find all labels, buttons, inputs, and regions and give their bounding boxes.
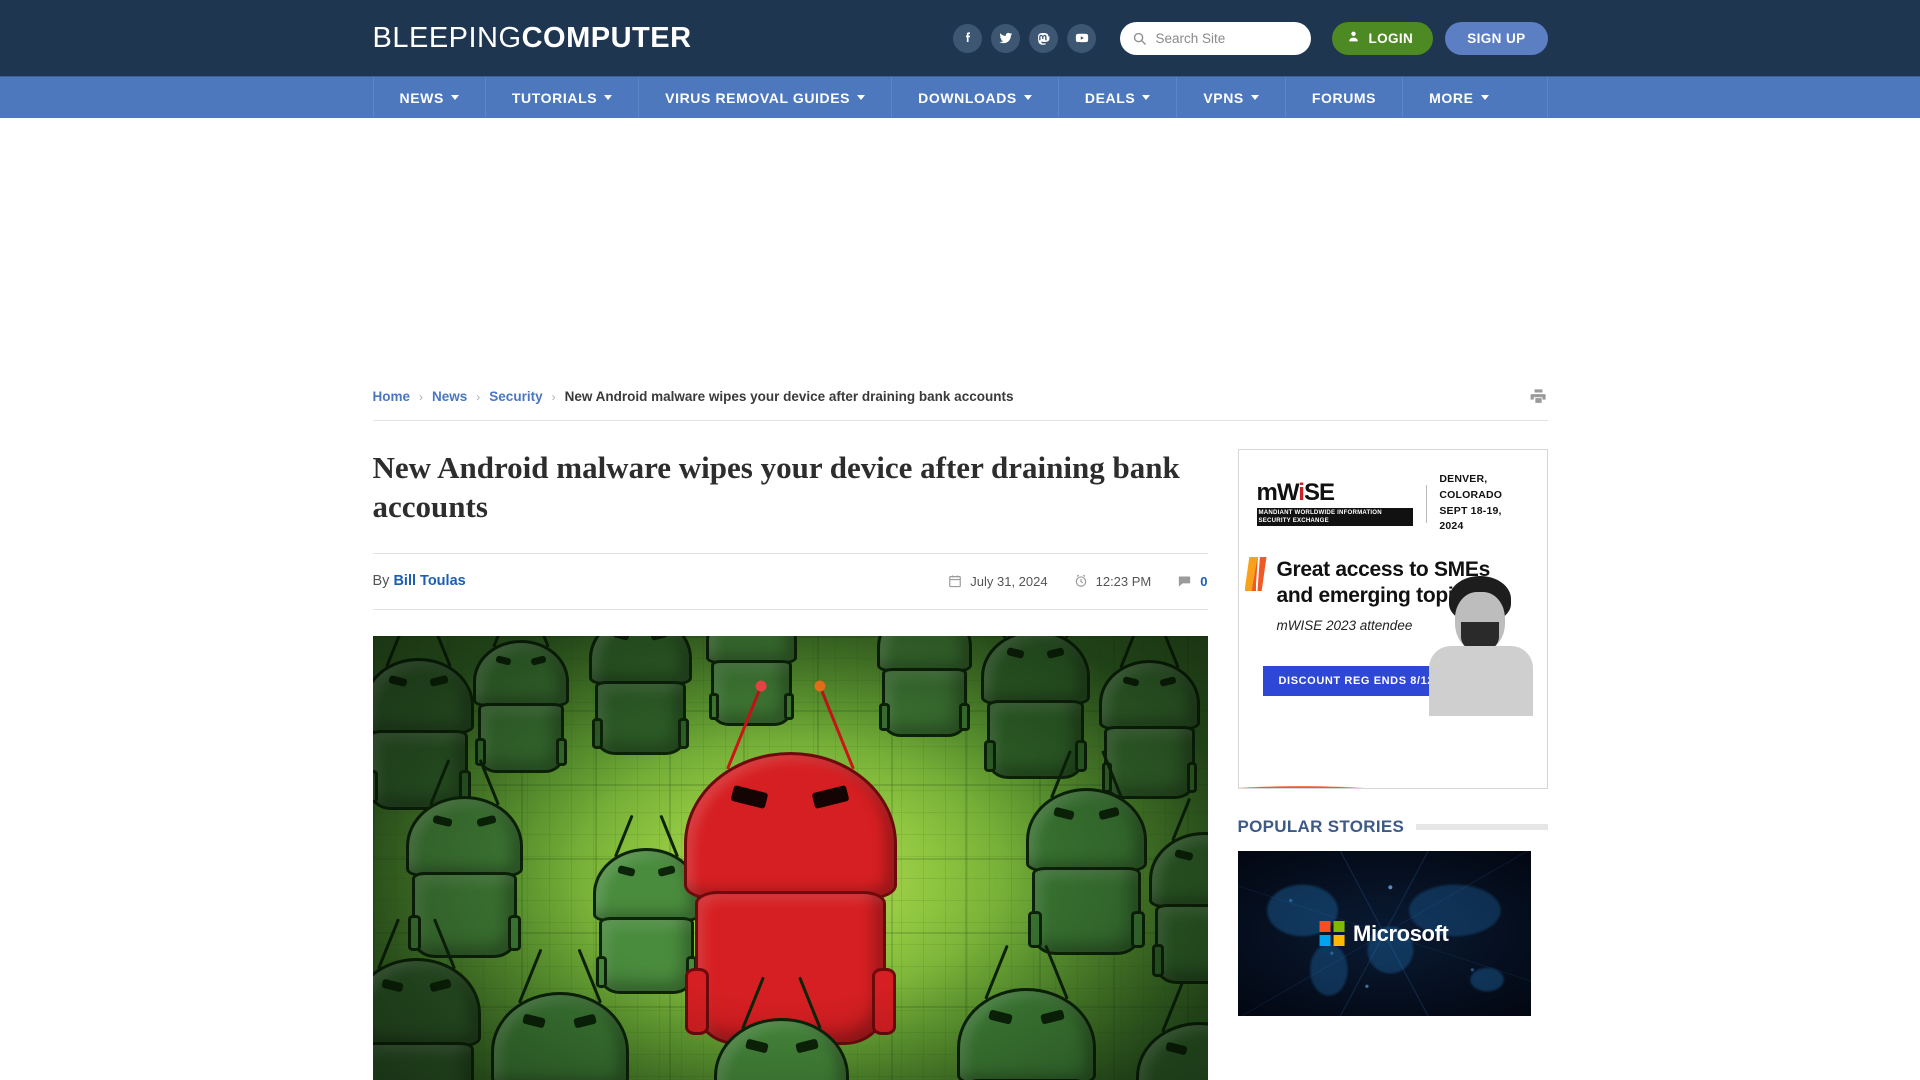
logo-text-bold: COMPUTER [521, 21, 692, 54]
ad-location: DENVER, COLORADO [1439, 473, 1503, 501]
popular-stories-header: POPULAR STORIES [1238, 817, 1548, 837]
breadcrumb-separator-icon: › [551, 389, 556, 404]
calendar-icon [948, 574, 962, 588]
comment-icon [1177, 574, 1192, 589]
breadcrumb-separator-icon: › [419, 389, 424, 404]
youtube-icon[interactable] [1067, 23, 1097, 53]
login-label: LOGIN [1368, 30, 1414, 46]
ad-divider [1425, 484, 1427, 523]
nav-item-deals[interactable]: DEALS [1059, 77, 1178, 118]
ad-dates: SEPT 18-19, 2024 [1439, 504, 1502, 533]
nav-item-virus-removal-guides[interactable]: VIRUS REMOVAL GUIDES [639, 77, 893, 118]
mwise-logo-subtitle: MANDIANT WORLDWIDE INFORMATION SECURITY … [1256, 507, 1413, 527]
publish-date: July 31, 2024 [948, 573, 1048, 589]
top-advertisement-slot [0, 118, 1920, 373]
chevron-down-icon [604, 95, 613, 100]
nav-item-label: VPNS [1203, 89, 1244, 106]
search-box[interactable] [1120, 21, 1312, 55]
nav-item-label: NEWS [399, 89, 444, 106]
hero-vignette [372, 635, 1208, 1080]
chevron-down-icon [1023, 95, 1032, 100]
breadcrumb-row: Home › News › Security › New Android malware w… [372, 373, 1548, 421]
byline-row: By Bill Toulas July 31, 2024 12:23 PM 0 [372, 554, 1208, 610]
by-prefix: By [372, 573, 390, 589]
microsoft-squares-icon [1319, 921, 1345, 946]
nav-item-label: FORUMS [1311, 89, 1377, 106]
mwise-logo-se: SE [1303, 478, 1335, 506]
main-navigation: NEWS TUTORIALS VIRUS REMOVAL GUIDES DOWNLOA… [0, 76, 1920, 118]
nav-item-forums[interactable]: FORUMS [1286, 77, 1404, 118]
login-button[interactable]: LOGIN [1332, 21, 1434, 55]
mwise-logo-m: m [1256, 478, 1278, 506]
publish-date-text: July 31, 2024 [970, 573, 1048, 589]
nav-item-more[interactable]: MORE [1403, 77, 1514, 118]
clock-icon [1074, 574, 1088, 588]
popular-story-thumbnail[interactable]: Microsoft [1237, 851, 1531, 1016]
nav-item-label: TUTORIALS [511, 89, 598, 106]
breadcrumb-current: New Android malware wipes your device af… [564, 389, 1014, 404]
ad-person-photo [1423, 576, 1539, 728]
chevron-down-icon [1480, 95, 1489, 100]
publish-time-text: 12:23 PM [1095, 573, 1152, 589]
mwise-logo-w: W [1276, 478, 1299, 506]
breadcrumb-link-home[interactable]: Home [373, 389, 411, 404]
nav-item-label: VIRUS REMOVAL GUIDES [665, 89, 851, 106]
site-header: BLEEPINGCOMPUTER Search Site LOGIN SIGN … [0, 0, 1920, 76]
nav-item-downloads[interactable]: DOWNLOADS [892, 77, 1059, 118]
nav-item-label: MORE [1429, 89, 1474, 106]
breadcrumb-separator-icon: › [476, 389, 481, 404]
breadcrumb: Home › News › Security › New Android malware w… [373, 389, 1014, 404]
author-link[interactable]: Bill Toulas [393, 573, 465, 589]
facebook-icon[interactable] [953, 23, 983, 53]
search-input[interactable] [1155, 30, 1300, 46]
nav-item-news[interactable]: NEWS [374, 77, 486, 118]
user-icon [1347, 30, 1360, 46]
comment-count: 0 [1200, 573, 1208, 589]
chevron-down-icon [857, 95, 866, 100]
ad-wave-graphic [1238, 716, 1547, 788]
microsoft-logo: Microsoft [1319, 920, 1449, 947]
sidebar-advertisement[interactable]: mWiSE MANDIANT WORLDWIDE INFORMATION SEC… [1237, 449, 1548, 789]
site-logo[interactable]: BLEEPINGCOMPUTER [373, 22, 692, 55]
microsoft-wordmark: Microsoft [1353, 920, 1449, 946]
comments-meta[interactable]: 0 [1177, 573, 1208, 589]
signup-button[interactable]: SIGN UP [1445, 21, 1548, 55]
sidebar: mWiSE MANDIANT WORLDWIDE INFORMATION SEC… [1237, 449, 1548, 1080]
breadcrumb-link-news[interactable]: News [432, 389, 467, 404]
signup-label: SIGN UP [1467, 30, 1526, 46]
nav-item-label: DOWNLOADS [918, 89, 1017, 106]
article-hero-image [372, 635, 1208, 1080]
chevron-down-icon [1250, 95, 1259, 100]
print-icon[interactable] [1529, 387, 1548, 406]
mastodon-icon[interactable] [1029, 23, 1059, 53]
social-links [953, 23, 1097, 53]
popular-stories-title: POPULAR STORIES [1237, 817, 1405, 836]
mwise-logo: mWiSE MANDIANT WORLDWIDE INFORMATION SEC… [1256, 478, 1413, 527]
article-column: New Android malware wipes your device af… [372, 449, 1208, 1080]
byline-author-block: By Bill Toulas [373, 573, 466, 589]
chevron-down-icon [450, 95, 459, 100]
nav-item-vpns[interactable]: VPNS [1177, 77, 1286, 118]
logo-text-light: BLEEPING [372, 21, 522, 54]
page-title: New Android malware wipes your device af… [372, 449, 1208, 554]
nav-item-tutorials[interactable]: TUTORIALS [486, 77, 640, 118]
breadcrumb-link-security[interactable]: Security [489, 389, 542, 404]
nav-item-label: DEALS [1084, 89, 1136, 106]
header-rule [1416, 824, 1548, 830]
publish-time: 12:23 PM [1074, 573, 1152, 589]
chevron-down-icon [1142, 95, 1151, 100]
search-icon [1132, 31, 1147, 46]
twitter-icon[interactable] [991, 23, 1021, 53]
